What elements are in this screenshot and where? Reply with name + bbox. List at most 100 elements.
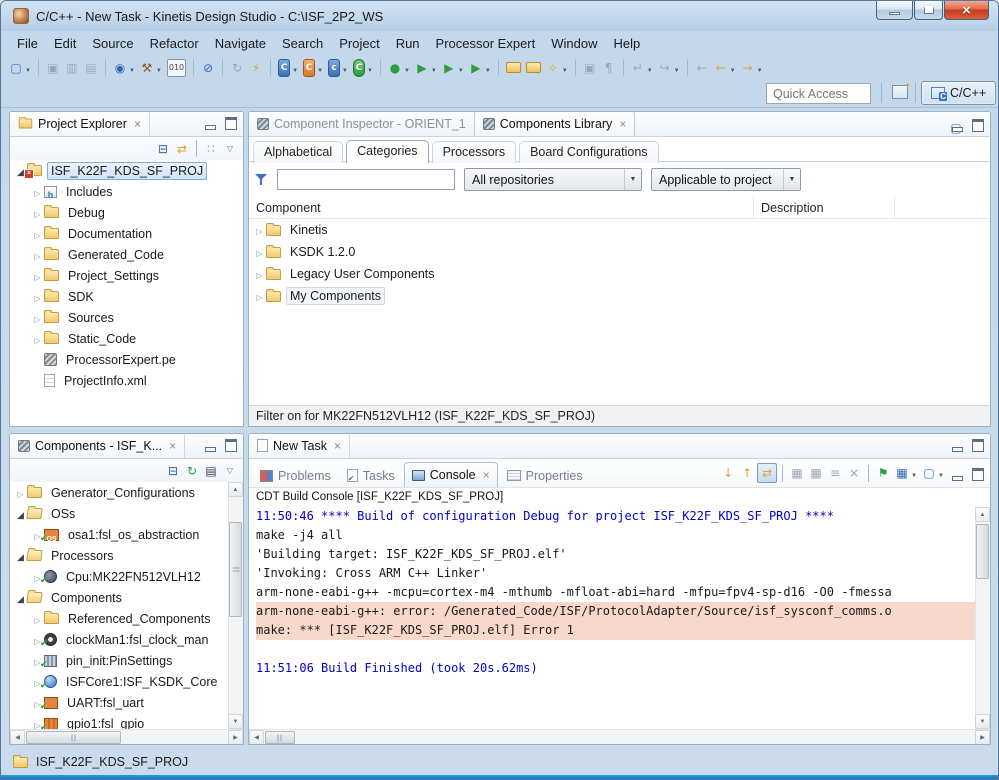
clear-console-button[interactable]: × xyxy=(845,463,863,483)
scrollbar-thumb[interactable] xyxy=(26,731,121,744)
new-wizard-button[interactable]: ▢ xyxy=(7,58,33,78)
tree-item-sources[interactable]: Sources xyxy=(10,307,243,328)
tree-item-gpio1[interactable]: gpio1:fsl_gpio xyxy=(10,713,228,729)
previous-message-button[interactable]: ↑ xyxy=(738,463,756,483)
debug-config-button[interactable]: ◉ xyxy=(111,58,137,78)
view-menu-button[interactable]: ▽ xyxy=(221,461,239,481)
save-button[interactable]: ▣ xyxy=(44,58,62,78)
show-console-on-output-button[interactable]: ▦ xyxy=(788,463,806,483)
scroll-right-button[interactable] xyxy=(975,730,990,744)
generate-pd-button[interactable]: ▤ xyxy=(202,461,220,481)
tree-item-project-settings[interactable]: Project_Settings xyxy=(10,265,243,286)
go-into-button[interactable]: ↪ xyxy=(656,58,682,78)
refresh-button[interactable]: ↻ xyxy=(228,58,246,78)
tree-item-kinetis[interactable]: Kinetis xyxy=(249,219,990,241)
menu-item[interactable]: Project xyxy=(331,33,387,54)
open-file-button[interactable] xyxy=(524,58,543,78)
tree-item-referenced-components[interactable]: Referenced_Components xyxy=(10,608,228,629)
close-tab-icon[interactable] xyxy=(332,439,341,453)
show-console-on-error-button[interactable]: ▦ xyxy=(807,463,825,483)
profile-button[interactable]: ▶ xyxy=(467,58,493,78)
tree-item-cpu[interactable]: Cpu:MK22FN512VLH12 xyxy=(10,566,228,587)
maximize-view-button[interactable] xyxy=(969,117,986,133)
component-filter-input[interactable] xyxy=(277,169,455,190)
tree-item-includes[interactable]: Includes xyxy=(10,181,243,202)
tree-item-my-components[interactable]: My Components xyxy=(249,285,990,307)
generate-code-button[interactable]: ↻ xyxy=(183,461,201,481)
tab-project-explorer[interactable]: Project Explorer xyxy=(10,112,150,136)
forward-button[interactable]: → xyxy=(739,58,765,78)
minimize-view-button[interactable] xyxy=(202,115,219,131)
maximize-view-button[interactable] xyxy=(222,437,239,453)
tree-item-static-code[interactable]: Static_Code xyxy=(10,328,243,349)
menu-item[interactable]: Edit xyxy=(46,33,84,54)
tab-components[interactable]: Components - ISF_K... xyxy=(10,434,186,458)
tab-problems[interactable]: Problems xyxy=(253,464,338,487)
show-whitespace-button[interactable]: ¶ xyxy=(600,58,618,78)
scroll-left-button[interactable] xyxy=(249,730,264,744)
horizontal-scrollbar[interactable] xyxy=(10,729,243,744)
vertical-scrollbar[interactable] xyxy=(975,507,990,729)
menu-item[interactable]: Help xyxy=(606,33,649,54)
subtab-board-configurations[interactable]: Board Configurations xyxy=(519,141,659,163)
mark-occurrences-button[interactable]: ▣ xyxy=(581,58,599,78)
maximize-view-button[interactable] xyxy=(222,115,239,131)
tree-item-projectinfo-xml[interactable]: ProjectInfo.xml xyxy=(10,370,243,391)
minimize-view-button[interactable] xyxy=(949,437,966,453)
close-tab-icon[interactable] xyxy=(167,439,176,453)
title-bar[interactable]: C/C++ - New Task - Kinetis Design Studio… xyxy=(1,1,998,31)
new-c-file-button[interactable]: c xyxy=(326,58,350,78)
collapse-all-button[interactable]: ⊟ xyxy=(164,461,182,481)
back-button[interactable]: ← xyxy=(712,58,738,78)
tab-new-task[interactable]: New Task xyxy=(249,434,350,458)
scroll-down-button[interactable] xyxy=(228,714,243,729)
cpp-perspective-button[interactable]: C/C++ xyxy=(921,81,997,105)
menu-item[interactable]: Source xyxy=(84,33,141,54)
repository-filter-dropdown[interactable]: All repositories xyxy=(464,168,642,191)
applicable-filter-dropdown[interactable]: Applicable to project xyxy=(651,168,801,191)
debug-button[interactable]: ● xyxy=(386,58,412,78)
close-tab-icon[interactable] xyxy=(132,117,141,131)
filter-funnel-icon[interactable] xyxy=(255,173,268,186)
tree-item-processors[interactable]: Processors xyxy=(10,545,228,566)
scroll-up-button[interactable] xyxy=(228,482,243,497)
tab-components-library[interactable]: Components Library xyxy=(473,112,636,136)
new-cpp-project-button[interactable]: C xyxy=(301,58,325,78)
display-console-button[interactable]: ▦ xyxy=(893,463,919,483)
tree-item-ksdk-120[interactable]: KSDK 1.2.0 xyxy=(249,241,990,263)
menu-item[interactable]: Search xyxy=(274,33,331,54)
tree-item-osa1[interactable]: osa1:fsl_os_abstraction xyxy=(10,524,228,545)
column-header-component[interactable]: Component xyxy=(249,201,753,215)
open-perspective-button[interactable] xyxy=(892,81,911,99)
subtab-alphabetical[interactable]: Alphabetical xyxy=(253,141,344,163)
maximize-view-button[interactable] xyxy=(969,466,986,482)
run-config-button[interactable]: ▶ xyxy=(440,58,466,78)
search-button[interactable]: ✧ xyxy=(544,58,570,78)
menu-item[interactable]: Window xyxy=(543,33,605,54)
tab-console[interactable]: Console xyxy=(403,462,498,487)
menu-item[interactable]: Navigate xyxy=(207,33,274,54)
build-button[interactable]: ⚒ xyxy=(138,58,164,78)
pin-console-button[interactable]: ⚑ xyxy=(874,463,892,483)
collapse-all-button[interactable]: ⊟ xyxy=(154,139,172,159)
tree-item-project-root[interactable]: ISF_K22F_KDS_SF_PROJ xyxy=(10,160,243,181)
quick-access-input[interactable] xyxy=(766,83,871,104)
tree-item-generated-code[interactable]: Generated_Code xyxy=(10,244,243,265)
run-button[interactable]: ▶ xyxy=(413,58,439,78)
minimize-view-button[interactable] xyxy=(949,117,966,133)
restore-button[interactable] xyxy=(914,1,943,20)
menu-item[interactable]: Processor Expert xyxy=(428,33,544,54)
column-header-description[interactable]: Description xyxy=(753,197,894,218)
focus-task-button[interactable]: ∷ xyxy=(202,139,220,159)
word-wrap-button[interactable]: ≡ xyxy=(826,463,844,483)
maximize-view-button[interactable] xyxy=(969,437,986,453)
print-button[interactable]: ▤ xyxy=(82,58,100,78)
subtab-categories[interactable]: Categories xyxy=(346,140,429,163)
tree-item-uart[interactable]: UART:fsl_uart xyxy=(10,692,228,713)
open-console-button[interactable]: ▢ xyxy=(920,463,946,483)
link-with-editor-button[interactable]: ⇄ xyxy=(173,139,191,159)
tree-item-documentation[interactable]: Documentation xyxy=(10,223,243,244)
skip-breakpoints-button[interactable]: ⊘ xyxy=(199,58,217,78)
binary-view-button[interactable]: 010 xyxy=(165,58,188,78)
tree-item-processorexpert-pe[interactable]: ProcessorExpert.pe xyxy=(10,349,243,370)
